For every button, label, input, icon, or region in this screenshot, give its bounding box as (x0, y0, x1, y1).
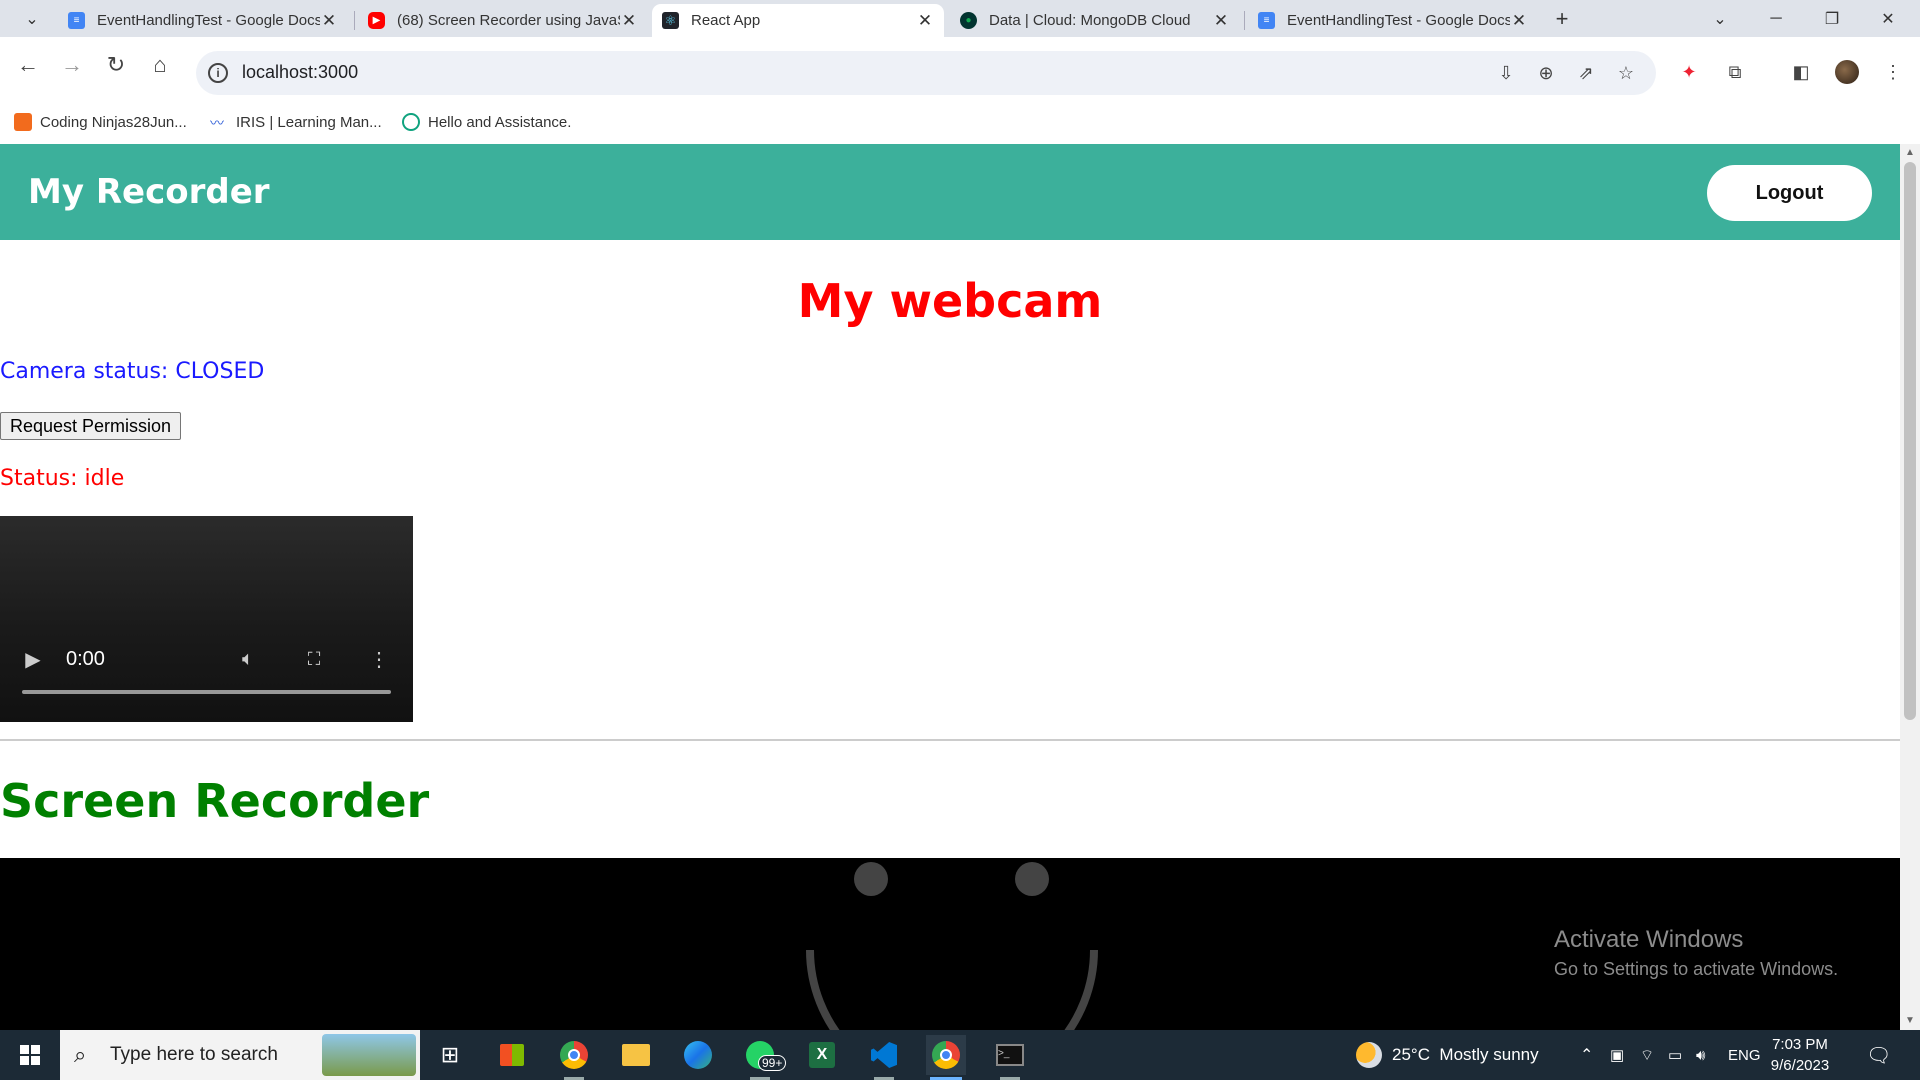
tab-strip: ⌄ ≡ EventHandlingTest - Google Docs ✕ ▶ … (0, 0, 1920, 37)
app-brand: My Recorder (28, 172, 270, 212)
close-icon[interactable]: ✕ (1510, 11, 1528, 31)
tab-divider (1244, 11, 1245, 30)
iris-icon: 〰 (210, 115, 224, 131)
video-time: 0:00 (66, 648, 105, 670)
tab-mongodb[interactable]: ● Data | Cloud: MongoDB Cloud ✕ (950, 4, 1240, 37)
scrollbar-thumb[interactable] (1904, 162, 1916, 720)
forward-button[interactable]: → (52, 45, 92, 85)
terminal-icon[interactable]: >_ (990, 1035, 1030, 1080)
address-bar[interactable]: i localhost:3000 ⇩ ⊕ ⇗ ☆ (196, 51, 1656, 95)
bookmark-star-icon[interactable]: ☆ (1614, 61, 1638, 85)
wifi-icon[interactable]: ⌔ (1640, 1030, 1654, 1080)
webcam-video-player[interactable]: ▶ 0:00 🔈︎ ⛶ ⋮ (0, 516, 413, 722)
close-icon[interactable]: ✕ (620, 11, 638, 31)
site-info-icon[interactable]: i (208, 63, 228, 83)
google-docs-icon: ≡ (68, 12, 85, 29)
zoom-icon[interactable]: ⊕ (1534, 61, 1558, 85)
recording-status-text: Status: idle (0, 466, 125, 491)
restore-button[interactable]: ❐ (1818, 5, 1846, 33)
language-indicator[interactable]: ENG (1728, 1030, 1761, 1080)
bookmark-coding-ninjas[interactable]: Coding Ninjas28Jun... (14, 110, 187, 134)
notification-center-icon[interactable]: 🗨︎ (1866, 1030, 1891, 1080)
youtube-icon: ▶ (368, 12, 385, 29)
weather-sun-icon (1356, 1042, 1382, 1068)
app-header: My Recorder Logout (0, 144, 1900, 240)
chrome-menu-icon[interactable]: ⋮ (1880, 59, 1906, 85)
bookmark-chatgpt[interactable]: Hello and Assistance. (402, 110, 571, 134)
install-app-icon[interactable]: ⇩ (1494, 61, 1518, 85)
new-tab-button[interactable]: + (1548, 5, 1576, 33)
mongodb-icon: ● (960, 12, 977, 29)
tab-divider (354, 11, 355, 30)
windows-start-icon[interactable] (10, 1038, 50, 1072)
tab-youtube[interactable]: ▶ (68) Screen Recorder using JavaScript … (358, 4, 648, 37)
profile-avatar[interactable] (1834, 59, 1860, 85)
chrome-active-icon[interactable] (926, 1035, 966, 1080)
tab-google-docs-2[interactable]: ≡ EventHandlingTest - Google Docs ✕ (1248, 4, 1538, 37)
search-highlight-image (322, 1034, 416, 1076)
video-more-icon[interactable]: ⋮ (366, 646, 392, 672)
reload-button[interactable]: ↻ (96, 45, 136, 85)
file-explorer-icon[interactable] (616, 1035, 656, 1075)
microsoft-store-icon[interactable] (492, 1035, 532, 1075)
meet-now-icon[interactable]: ▣ (1610, 1030, 1624, 1080)
weather-widget[interactable]: 25°C Mostly sunny (1356, 1030, 1539, 1080)
back-button[interactable]: ← (8, 45, 48, 85)
chrome-taskbar-icon[interactable] (554, 1035, 594, 1080)
excel-icon[interactable]: X (802, 1035, 842, 1075)
request-permission-button[interactable]: Request Permission (0, 412, 182, 440)
close-icon[interactable]: ✕ (916, 11, 934, 31)
section-divider (0, 739, 1900, 741)
vscode-icon[interactable] (864, 1035, 904, 1080)
share-icon[interactable]: ⇗ (1574, 61, 1598, 85)
browser-toolbar: ← → ↻ ⌂ i localhost:3000 ⇩ ⊕ ⇗ ☆ ✦ ⧉ ◧ ⋮ (0, 37, 1920, 104)
windows-taskbar: ⌕ Type here to search ⊞ 99+ X >_ 25°C Mo… (0, 1030, 1920, 1080)
chatgpt-icon (402, 113, 420, 131)
video-progress-bar[interactable] (22, 690, 391, 694)
bookmark-iris[interactable]: 〰 IRIS | Learning Man... (210, 110, 382, 134)
side-panel-icon[interactable]: ◧ (1788, 59, 1814, 85)
tab-google-docs-1[interactable]: ≡ EventHandlingTest - Google Docs ✕ (58, 4, 348, 37)
extension-colorful-icon[interactable]: ✦ (1676, 59, 1702, 85)
system-clock[interactable]: 7:03 PM 9/6/2023 (1760, 1034, 1840, 1076)
volume-tray-icon[interactable]: 🔊︎ (1696, 1030, 1705, 1080)
activate-windows-subtitle: Go to Settings to activate Windows. (1554, 959, 1839, 979)
coding-ninjas-icon (14, 113, 32, 131)
close-icon[interactable]: ✕ (320, 11, 338, 31)
minimize-button[interactable]: ─ (1762, 5, 1790, 33)
scroll-down-arrow-icon[interactable]: ▼ (1905, 1016, 1915, 1026)
volume-icon[interactable]: 🔈︎ (235, 646, 261, 672)
task-view-icon[interactable]: ⊞ (430, 1035, 470, 1075)
tab-list-chevron-icon[interactable]: ⌄ (1706, 5, 1734, 33)
battery-icon[interactable]: ▭ (1668, 1030, 1682, 1080)
activate-windows-title: Activate Windows (1554, 926, 1744, 953)
camera-status-text: Camera status: CLOSED (0, 359, 265, 384)
whatsapp-icon[interactable]: 99+ (740, 1035, 787, 1080)
home-button[interactable]: ⌂ (140, 45, 180, 85)
page-scrollbar[interactable]: ▲ ▼ (1900, 144, 1920, 1030)
close-icon[interactable]: ✕ (1212, 11, 1230, 31)
show-hidden-icons-chevron-icon[interactable]: ⌃ (1580, 1030, 1593, 1080)
fullscreen-icon[interactable]: ⛶ (301, 646, 327, 672)
search-icon: ⌕ (74, 1042, 87, 1067)
extensions-puzzle-icon[interactable]: ⧉ (1722, 59, 1748, 85)
tab-react-app[interactable]: ⚛ React App ✕ (652, 4, 944, 37)
react-icon: ⚛ (662, 12, 679, 29)
google-docs-icon: ≡ (1258, 12, 1275, 29)
webcam-heading: My webcam (797, 274, 1103, 328)
tab-search-chevron-icon[interactable]: ⌄ (18, 5, 46, 33)
play-icon[interactable]: ▶ (20, 646, 46, 672)
taskbar-search-box[interactable]: ⌕ Type here to search (60, 1030, 420, 1080)
scroll-up-arrow-icon[interactable]: ▲ (1905, 148, 1915, 158)
screen-recorder-heading: Screen Recorder (0, 774, 430, 828)
edge-icon[interactable] (678, 1035, 718, 1075)
logout-button[interactable]: Logout (1707, 165, 1872, 221)
window-close-button[interactable]: ✕ (1874, 5, 1902, 33)
whatsapp-badge: 99+ (758, 1055, 787, 1071)
bookmarks-bar: Coding Ninjas28Jun... 〰 IRIS | Learning … (0, 104, 1920, 144)
page-viewport: My Recorder Logout My webcam Camera stat… (0, 144, 1900, 1030)
